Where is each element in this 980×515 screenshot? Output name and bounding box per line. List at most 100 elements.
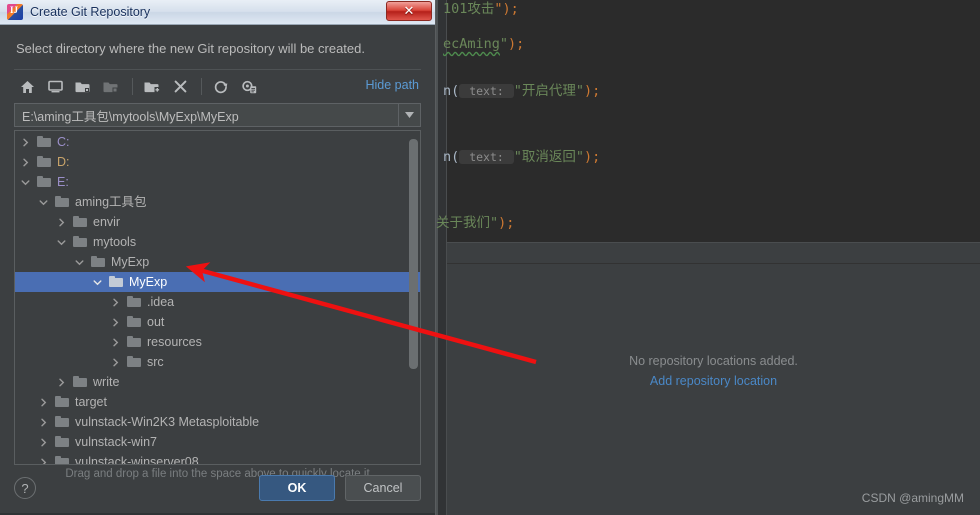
folder-icon xyxy=(109,276,124,288)
new-folder-icon[interactable] xyxy=(139,75,165,99)
tree-row[interactable]: write xyxy=(15,372,420,392)
tree-row[interactable]: MyExp xyxy=(15,252,420,272)
tree-row-label: out xyxy=(147,315,165,329)
code-token: ); xyxy=(498,215,515,231)
tree-scrollbar-thumb[interactable] xyxy=(409,139,418,369)
create-git-repository-dialog: Create Git Repository ✕ Select directory… xyxy=(0,0,436,515)
chevron-right-icon[interactable] xyxy=(55,378,68,387)
chevron-down-icon[interactable] xyxy=(73,258,86,267)
tree-row[interactable]: C: xyxy=(15,132,420,152)
tree-row-label: MyExp xyxy=(129,275,168,289)
code-line: n( text: "取消返回"); xyxy=(443,145,600,165)
chevron-down-icon[interactable] xyxy=(55,238,68,247)
code-token: ); xyxy=(584,149,601,165)
screen-root: 101攻击"); ecAming"); n( text: "开启代理"); n( te… xyxy=(0,0,980,515)
tree-row[interactable]: aming工具包 xyxy=(15,192,420,212)
chevron-right-icon[interactable] xyxy=(37,398,50,407)
tree-row-label: E: xyxy=(57,175,69,189)
chevron-down-icon[interactable] xyxy=(19,178,32,187)
tree-row-label: write xyxy=(93,375,120,389)
code-line: n( text: "开启代理"); xyxy=(443,79,600,99)
close-icon[interactable]: ✕ xyxy=(386,1,432,21)
chevron-right-icon[interactable] xyxy=(55,218,68,227)
directory-tree[interactable]: C: D: E: aming工具包 envir mytools MyExp MyExp .ide… xyxy=(15,131,420,464)
home-icon[interactable] xyxy=(14,75,40,99)
watermark-text: CSDN @amingMM xyxy=(861,491,964,505)
tree-row[interactable]: target xyxy=(15,392,420,412)
tree-row-label: D: xyxy=(57,155,70,169)
code-line: ecAming"); xyxy=(443,36,524,52)
tree-row[interactable]: .idea xyxy=(15,292,420,312)
folder-icon xyxy=(37,156,52,168)
tree-row[interactable]: resources xyxy=(15,332,420,352)
dialog-titlebar[interactable]: Create Git Repository ✕ xyxy=(0,0,435,25)
tree-row[interactable]: MyExp xyxy=(15,272,420,292)
folder-icon xyxy=(55,396,70,408)
dialog-prompt: Select directory where the new Git repos… xyxy=(16,41,365,56)
chevron-right-icon[interactable] xyxy=(19,138,32,147)
chevron-right-icon[interactable] xyxy=(37,438,50,447)
chevron-right-icon[interactable] xyxy=(109,358,122,367)
chevron-right-icon[interactable] xyxy=(37,418,50,427)
chevron-right-icon[interactable] xyxy=(109,298,122,307)
code-token: ); xyxy=(584,83,601,99)
tree-row[interactable]: vulnstack-Win2K3 Metasploitable xyxy=(15,412,420,432)
code-token: text: xyxy=(459,150,514,164)
code-token: n xyxy=(443,83,452,99)
directory-tree-panel[interactable]: C: D: E: aming工具包 envir mytools MyExp MyExp .ide… xyxy=(14,130,421,465)
toolbar-divider xyxy=(132,78,133,95)
desktop-icon[interactable] xyxy=(42,75,68,99)
tree-scrollbar[interactable] xyxy=(409,133,418,462)
help-button[interactable]: ? xyxy=(14,477,36,499)
tree-row[interactable]: D: xyxy=(15,152,420,172)
chevron-down-icon[interactable] xyxy=(37,198,50,207)
chevron-right-icon[interactable] xyxy=(109,338,122,347)
tree-row-label: .idea xyxy=(147,295,175,309)
editor-gutter xyxy=(438,0,447,515)
repo-empty-message: No repository locations added. xyxy=(629,354,798,368)
code-token: text: xyxy=(459,84,514,98)
tree-row[interactable]: vulnstack-win7 xyxy=(15,432,420,452)
project-folder-icon[interactable] xyxy=(70,75,96,99)
tree-row[interactable]: mytools xyxy=(15,232,420,252)
chevron-right-icon[interactable] xyxy=(37,458,50,464)
chevron-right-icon[interactable] xyxy=(109,318,122,327)
path-input[interactable] xyxy=(15,104,398,126)
show-hidden-icon[interactable] xyxy=(236,75,262,99)
tree-row[interactable]: out xyxy=(15,312,420,332)
code-token: " xyxy=(499,36,509,52)
chevron-down-icon[interactable] xyxy=(91,278,104,287)
tree-row[interactable]: E: xyxy=(15,172,420,192)
code-token: "取消返回" xyxy=(513,149,585,165)
folder-icon xyxy=(73,236,88,248)
tree-row[interactable]: envir xyxy=(15,212,420,232)
dialog-body: Select directory where the new Git repos… xyxy=(0,25,435,515)
tree-row[interactable]: vulnstack-winserver08 xyxy=(15,452,420,465)
tree-row-label: src xyxy=(147,355,164,369)
cancel-button[interactable]: Cancel xyxy=(345,475,421,501)
code-token: ); xyxy=(508,36,525,52)
chevron-right-icon[interactable] xyxy=(19,158,32,167)
ok-button[interactable]: OK xyxy=(259,475,335,501)
hide-path-button[interactable]: Hide path xyxy=(365,78,419,92)
code-line: 101攻击"); xyxy=(443,0,519,17)
folder-icon xyxy=(127,356,142,368)
folder-icon xyxy=(127,296,142,308)
path-combobox[interactable] xyxy=(14,103,421,127)
folder-icon xyxy=(73,216,88,228)
dialog-title: Create Git Repository xyxy=(30,5,151,19)
tree-row-label: MyExp xyxy=(111,255,150,269)
add-repository-location-link[interactable]: Add repository location xyxy=(447,374,980,388)
refresh-icon[interactable] xyxy=(208,75,234,99)
intellij-idea-icon xyxy=(7,4,23,20)
tree-row-label: vulnstack-winserver08 xyxy=(75,455,199,465)
chevron-down-icon[interactable] xyxy=(398,104,420,126)
tree-row[interactable]: src xyxy=(15,352,420,372)
folder-icon xyxy=(55,456,70,464)
code-token: ecAming xyxy=(443,36,500,52)
folder-icon xyxy=(55,416,70,428)
tree-row-label: aming工具包 xyxy=(75,195,147,209)
code-token: "); xyxy=(494,1,519,17)
delete-icon[interactable] xyxy=(167,75,193,99)
tree-row-label: envir xyxy=(93,215,121,229)
